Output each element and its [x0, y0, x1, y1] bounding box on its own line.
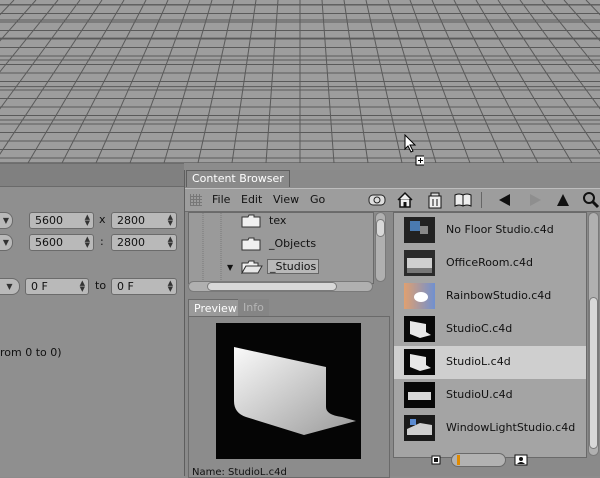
list-item[interactable]: StudioU.c4d: [394, 379, 586, 412]
menu-view[interactable]: View: [273, 193, 299, 206]
left-panel-tabbar: [0, 164, 184, 187]
film-preset-dropdown[interactable]: ▼: [0, 234, 13, 251]
scene-thumbnail: [404, 217, 435, 243]
list-item-label: StudioC.c4d: [446, 322, 513, 335]
forward-icon[interactable]: [525, 191, 545, 209]
width-value: 5600: [35, 214, 63, 227]
preview-image: [216, 323, 361, 459]
spinner-icon[interactable]: ▲ ▼: [85, 214, 90, 227]
up-icon[interactable]: [553, 191, 573, 209]
back-icon[interactable]: [495, 191, 515, 209]
film-height-value: 2800: [117, 236, 145, 249]
folder-tree: tex _Objects ▼ _Studios: [188, 212, 374, 284]
frame-from-field[interactable]: 0 F ▲ ▼: [25, 278, 89, 295]
to-label: to: [95, 279, 107, 292]
tree-hscroll-thumb[interactable]: [207, 282, 337, 291]
tree-item[interactable]: tex: [189, 213, 373, 235]
height-value: 2800: [117, 214, 145, 227]
width-field[interactable]: 5600 ▲ ▼: [29, 212, 94, 229]
height-field[interactable]: 2800 ▲ ▼: [111, 212, 177, 229]
tree-item-label: _Objects: [269, 237, 317, 250]
book-icon[interactable]: [453, 191, 473, 209]
mouse-cursor-icon: [404, 133, 426, 168]
list-item[interactable]: WindowLightStudio.c4d: [394, 412, 586, 445]
list-vscroll-thumb[interactable]: [589, 297, 598, 449]
spinner-icon[interactable]: ▲ ▼: [80, 280, 85, 293]
frame-range-dropdown[interactable]: ▼: [0, 278, 20, 295]
ratio-separator: :: [100, 235, 104, 248]
film-height-field[interactable]: 2800 ▲ ▼: [111, 234, 177, 251]
list-item[interactable]: StudioC.c4d: [394, 313, 586, 346]
folder-icon: [241, 214, 261, 228]
viewport-3d[interactable]: [0, 0, 600, 163]
spinner-icon[interactable]: ▲ ▼: [168, 280, 173, 293]
toolbar-divider: [481, 192, 482, 208]
list-item-label: StudioL.c4d: [446, 355, 511, 368]
scene-thumbnail: [404, 349, 435, 375]
tab-content-browser[interactable]: Content Browser: [186, 170, 290, 187]
large-thumb-icon[interactable]: [514, 454, 528, 466]
list-item-label: OfficeRoom.c4d: [446, 256, 533, 269]
grip-icon: [190, 194, 202, 206]
tree-hscrollbar[interactable]: [188, 281, 373, 292]
times-separator: x: [99, 213, 106, 226]
tab-preview[interactable]: Preview: [188, 299, 243, 317]
tree-item-selected[interactable]: ▼ _Studios: [189, 259, 373, 281]
preview-panel: Name: StudioL.c4d: [188, 316, 390, 478]
scene-thumbnail: [404, 382, 435, 408]
tree-item-label: _Studios: [267, 259, 320, 274]
tree-vscroll-thumb[interactable]: [376, 219, 385, 237]
small-thumb-icon[interactable]: [431, 455, 441, 465]
grid-view-icon[interactable]: [367, 191, 387, 209]
slider-handle[interactable]: [457, 455, 460, 465]
tree-item[interactable]: _Objects: [189, 236, 373, 258]
menu-file[interactable]: File: [212, 193, 230, 206]
spinner-icon[interactable]: ▲ ▼: [168, 214, 173, 227]
spinner-icon[interactable]: ▲ ▼: [85, 236, 90, 249]
search-icon[interactable]: [581, 191, 600, 209]
film-width-value: 5600: [35, 236, 63, 249]
folder-icon: [241, 237, 261, 251]
list-item-label: WindowLightStudio.c4d: [446, 421, 576, 434]
menu-edit[interactable]: Edit: [241, 193, 262, 206]
tree-vscrollbar[interactable]: [375, 212, 386, 282]
list-item[interactable]: No Floor Studio.c4d: [394, 214, 586, 247]
viewport-grid: [0, 0, 600, 163]
tree-item-label: tex: [269, 214, 287, 227]
frame-range-note: rom 0 to 0): [0, 346, 62, 359]
spinner-icon[interactable]: ▲ ▼: [168, 236, 173, 249]
browser-toolbar: File Edit View Go: [185, 188, 600, 212]
list-item-selected[interactable]: StudioL.c4d: [394, 346, 586, 379]
home-icon[interactable]: [395, 191, 415, 209]
tab-info[interactable]: Info: [238, 299, 269, 316]
list-item-label: No Floor Studio.c4d: [446, 223, 554, 236]
expand-arrow-icon[interactable]: ▼: [227, 263, 233, 272]
list-item-label: RainbowStudio.c4d: [446, 289, 552, 302]
render-settings-panel: ▼ 5600 ▲ ▼ x 2800 ▲ ▼ ▼ 5600 ▲ ▼ : 2800 ▲ ▼ ▼ 0 …: [0, 163, 184, 477]
scene-thumbnail: [404, 316, 435, 342]
thumbnail-size-slider[interactable]: [451, 453, 506, 467]
file-list: No Floor Studio.c4d OfficeRoom.c4d Rainbow…: [393, 212, 587, 458]
trash-icon[interactable]: [425, 191, 445, 209]
content-browser: Content Browser File Edit View Go tex _O…: [184, 170, 600, 478]
list-vscrollbar[interactable]: [588, 212, 599, 456]
frame-to-field[interactable]: 0 F ▲ ▼: [111, 278, 177, 295]
scene-thumbnail: [404, 250, 435, 276]
preview-caption: Name: StudioL.c4d: [192, 467, 287, 478]
preview-tabs: Preview Info: [188, 299, 388, 317]
frame-to-value: 0 F: [117, 280, 134, 293]
frame-from-value: 0 F: [31, 280, 48, 293]
open-folder-icon: [241, 260, 263, 275]
width-preset-dropdown[interactable]: ▼: [0, 212, 13, 229]
scene-thumbnail: [404, 415, 435, 441]
film-width-field[interactable]: 5600 ▲ ▼: [29, 234, 94, 251]
list-item[interactable]: OfficeRoom.c4d: [394, 247, 586, 280]
list-item[interactable]: RainbowStudio.c4d: [394, 280, 586, 313]
list-item-label: StudioU.c4d: [446, 388, 513, 401]
menu-go[interactable]: Go: [310, 193, 325, 206]
scene-thumbnail: [404, 283, 435, 309]
